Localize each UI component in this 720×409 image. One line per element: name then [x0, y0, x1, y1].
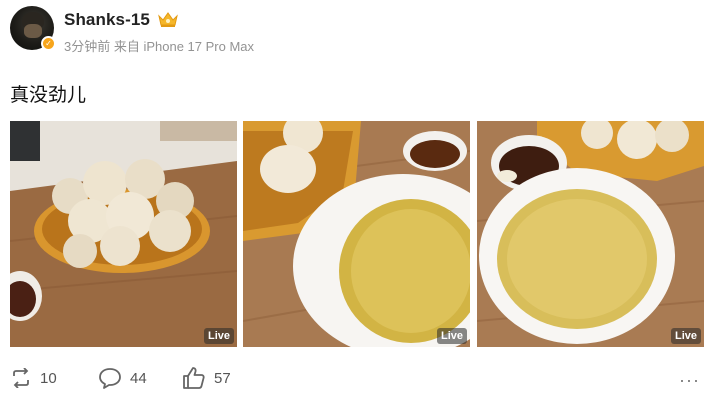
photo-image — [243, 121, 470, 347]
repost-count: 10 — [40, 369, 57, 387]
post-meta: 3分钟前 来自 iPhone 17 Pro Max — [64, 39, 255, 54]
author-name[interactable]: Shanks-15 — [64, 10, 150, 30]
live-badge: Live — [436, 328, 467, 344]
verified-badge-icon: ✓ — [41, 36, 56, 51]
crown-icon[interactable] — [157, 10, 179, 28]
like-button[interactable]: 57 — [182, 364, 231, 392]
photo-item[interactable]: Live — [243, 121, 470, 347]
photo-item[interactable]: Live — [10, 121, 237, 347]
photo-image — [10, 121, 237, 347]
photo-item[interactable]: Live — [477, 121, 704, 347]
post-header: ✓ Shanks-15 3分钟前 来自 iPhone 17 Pro Max — [10, 6, 710, 54]
more-icon[interactable]: ··· — [679, 370, 700, 391]
live-badge: Live — [203, 328, 234, 344]
like-count: 57 — [214, 369, 231, 387]
thumbs-up-icon — [183, 367, 205, 389]
post-text: 真没劲儿 — [10, 85, 87, 106]
comment-count: 44 — [130, 369, 147, 387]
repost-button[interactable]: 10 — [10, 364, 57, 392]
photo-image — [477, 121, 704, 347]
repost-icon — [13, 368, 29, 388]
comment-button[interactable]: 44 — [98, 364, 147, 392]
live-badge: Live — [670, 328, 701, 344]
action-bar: 10 44 57 ··· — [10, 364, 710, 392]
photo-grid: Live Live Live — [10, 121, 704, 347]
comment-icon — [99, 368, 121, 389]
